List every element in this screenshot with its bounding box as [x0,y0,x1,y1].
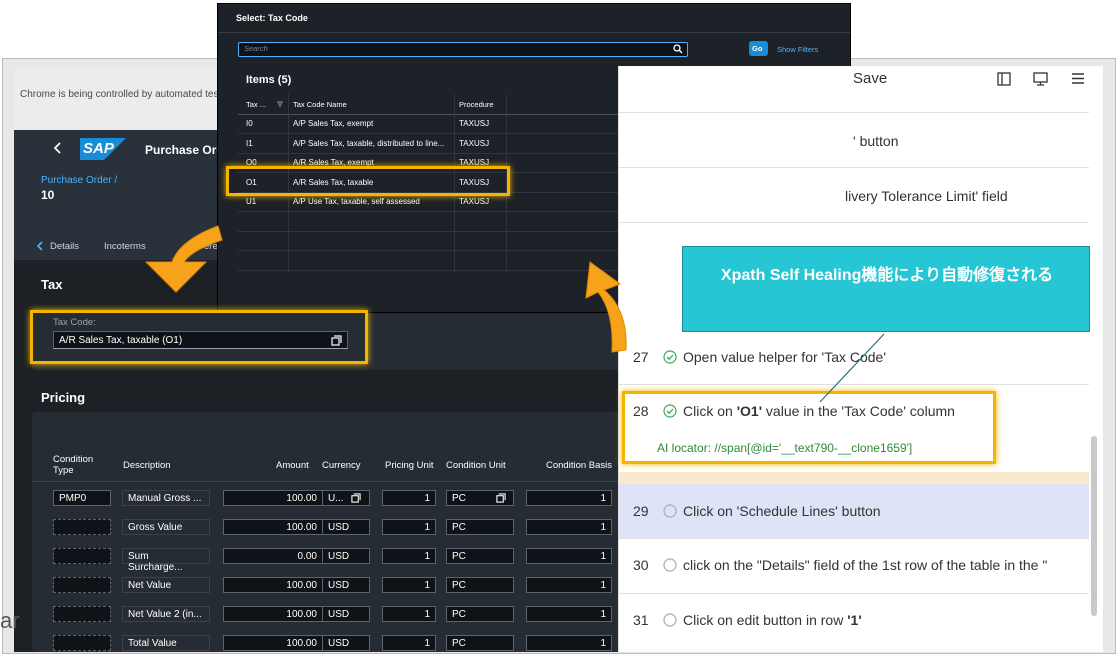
callout-pointer-line [819,333,885,403]
callout-text: Xpath Self Healing機能により自動修復される [720,267,1054,284]
callout-box: Xpath Self Healing機能により自動修復される [682,246,1090,332]
arrow-down-left [144,225,223,293]
arrow-up-right [585,261,627,353]
